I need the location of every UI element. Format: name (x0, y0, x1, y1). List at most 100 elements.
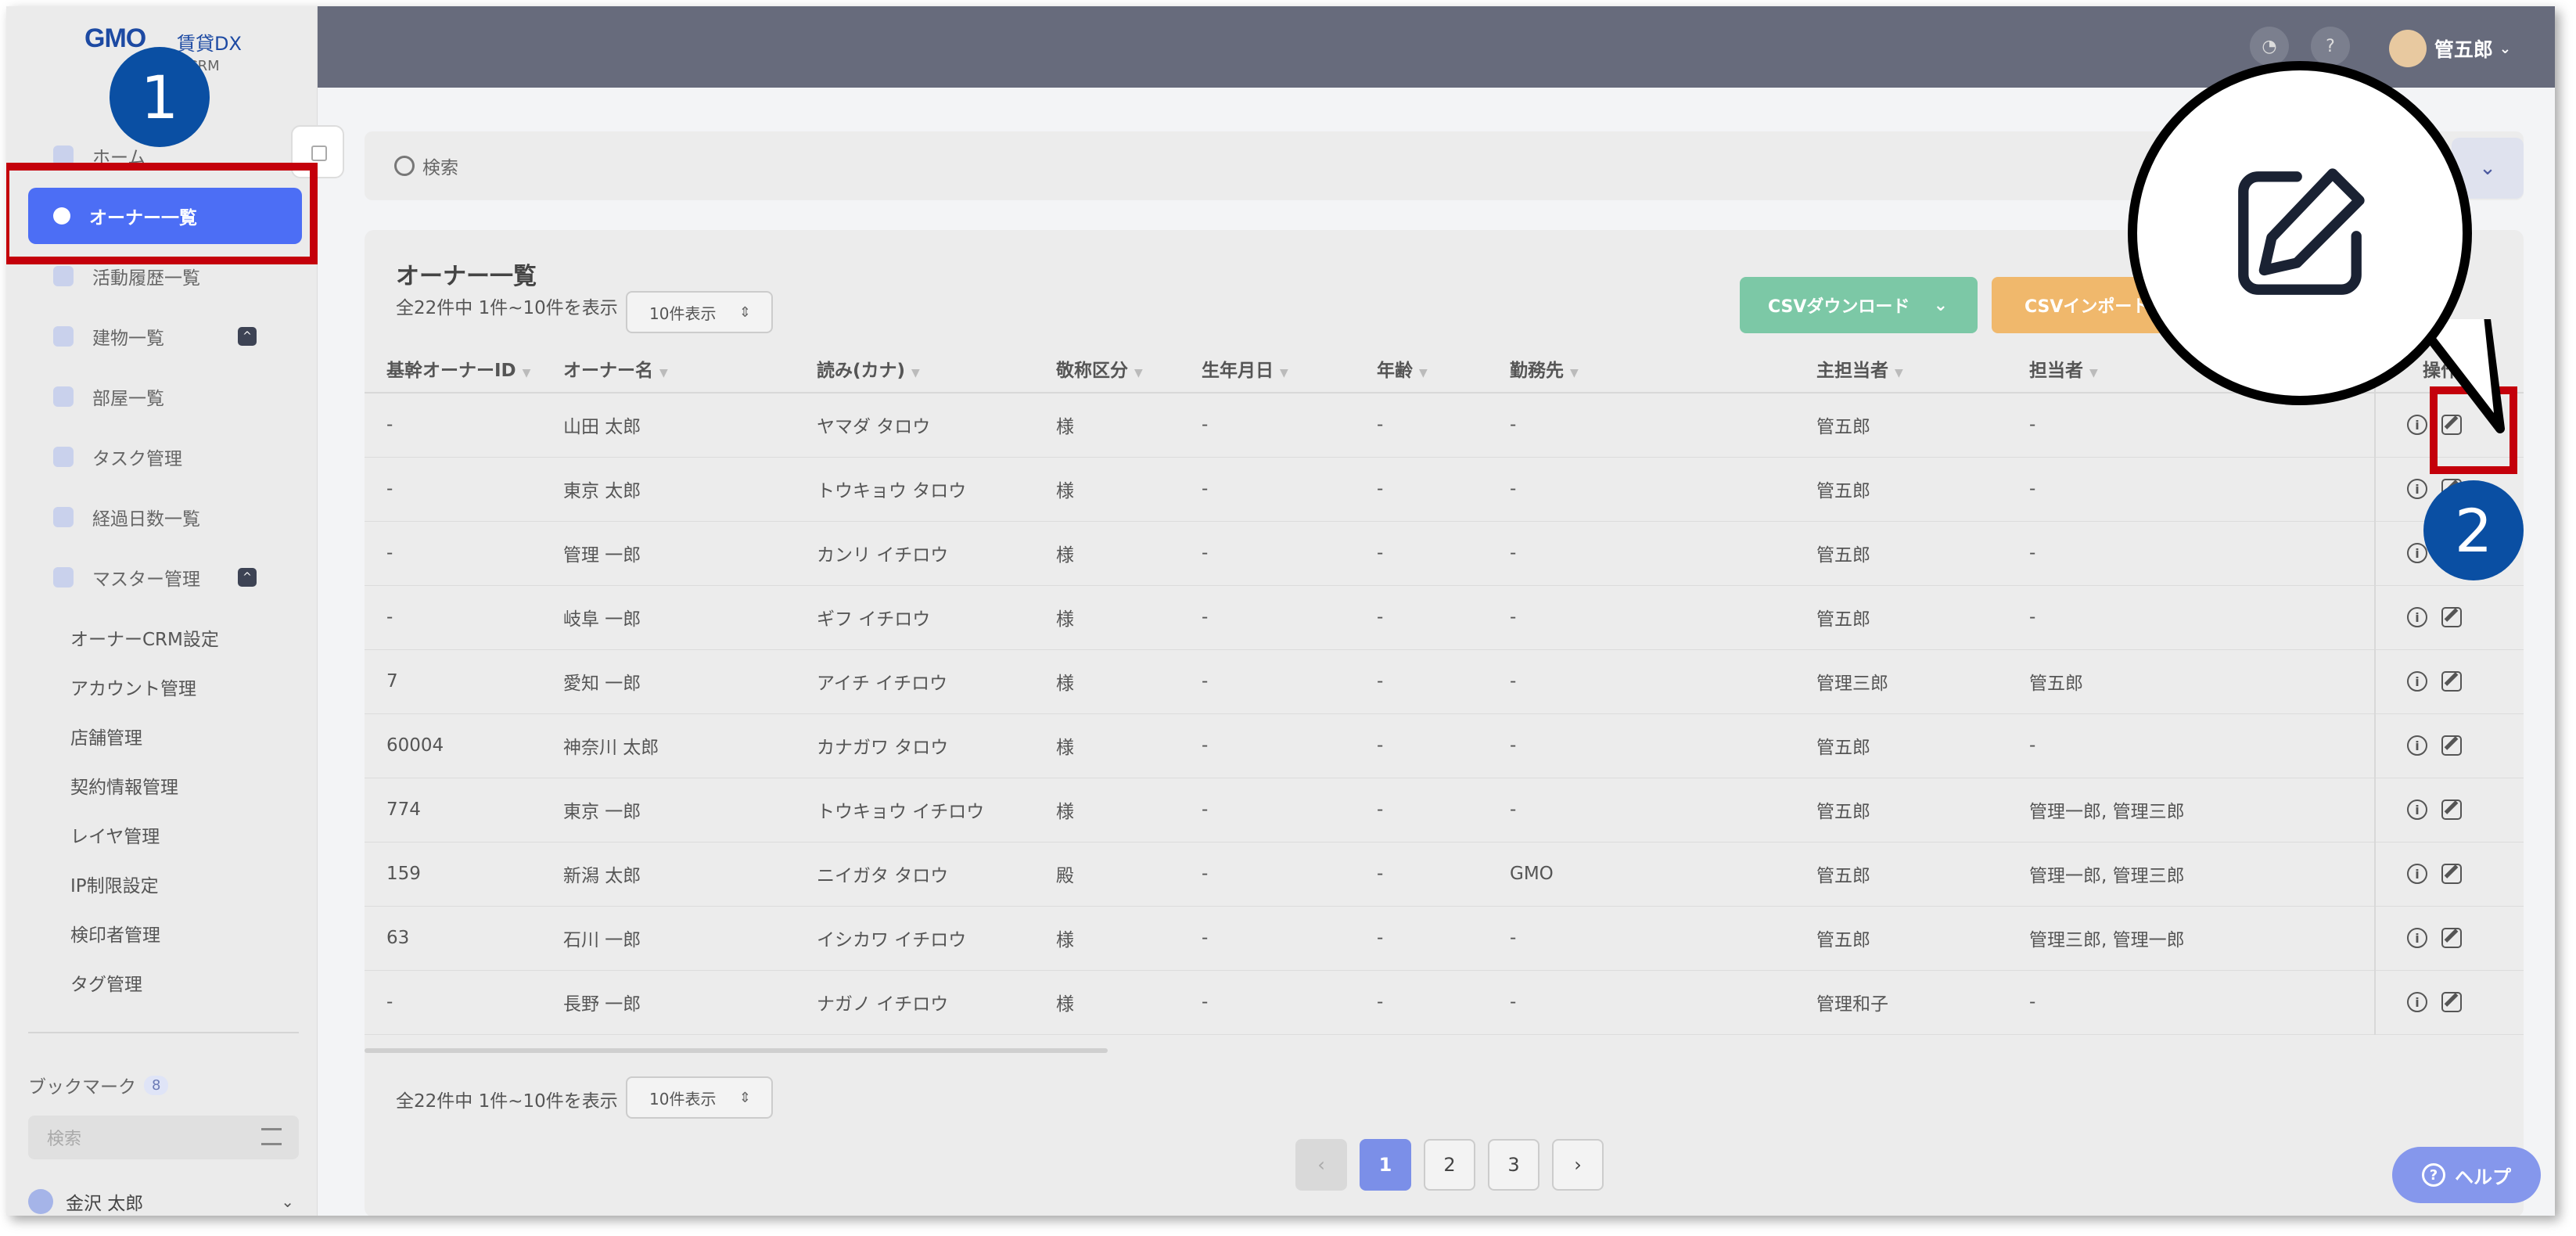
sidebar-subitem[interactable]: アカウント管理 (70, 674, 196, 700)
table-cell: 63 (365, 906, 563, 971)
column-header[interactable]: 生年月日 ▼ (1202, 344, 1377, 393)
info-icon[interactable]: i (2407, 799, 2427, 820)
table-cell: - (1202, 842, 1377, 907)
sidebar-item-label: マスター管理 (92, 569, 200, 590)
table-cell: ナガノ イチロウ (817, 970, 1056, 1035)
highlight-box-owner-list (6, 163, 318, 264)
sidebar-item-label: 経過日数一覧 (92, 509, 200, 530)
edit-icon[interactable] (2441, 735, 2462, 756)
sidebar-item-rooms[interactable]: 部屋一覧 (28, 368, 302, 425)
info-icon[interactable]: i (2407, 864, 2427, 884)
csv-download-button[interactable]: CSVダウンロード ⌄ (1740, 277, 1978, 333)
sidebar-item-tasks[interactable]: タスク管理 (28, 429, 302, 485)
edit-icon[interactable] (2441, 799, 2462, 820)
help-circle-icon[interactable]: ? (2311, 27, 2350, 66)
info-icon[interactable]: i (2407, 928, 2427, 948)
door-icon (53, 386, 74, 407)
chevron-down-icon: ⌄ (2479, 156, 2496, 180)
table-cell: 様 (1056, 778, 1202, 843)
prev-page-button[interactable]: ‹ (1295, 1139, 1347, 1191)
table-cell: 東京 太郎 (563, 457, 817, 522)
table-row[interactable]: 60004 神奈川 太郎 カナガワ タロウ様 - - - 管五郎 - i (365, 713, 2524, 778)
sidebar-item-buildings[interactable]: 建物一覧 ^ (28, 308, 302, 365)
edit-icon[interactable] (2441, 864, 2462, 884)
table-cell: - (1377, 970, 1510, 1035)
help-button[interactable]: ? ヘルプ (2392, 1147, 2541, 1203)
bookmark-search-input[interactable]: 検索 (28, 1116, 299, 1159)
info-icon[interactable]: i (2407, 735, 2427, 756)
sidebar-subitem[interactable]: 店舗管理 (70, 723, 142, 749)
column-header[interactable]: 基幹オーナーID ▼ (365, 344, 563, 393)
top-user-menu[interactable]: 管五郎 ⌄ (2388, 30, 2511, 67)
edit-icon[interactable] (2441, 671, 2462, 692)
info-icon[interactable]: i (2407, 607, 2427, 627)
table-cell: - (365, 521, 563, 586)
edit-icon[interactable] (2441, 928, 2462, 948)
sidebar-subitem[interactable]: オーナーCRM設定 (70, 624, 219, 651)
table-row[interactable]: 63 石川 一郎 イシカワ イチロウ様 - - - 管五郎 管理三郎, 管理一郎 i (365, 906, 2524, 971)
table-row[interactable]: - 管理 一郎 カンリ イチロウ様 - - - 管五郎 - i (365, 521, 2524, 586)
table-row[interactable]: - 山田 太郎 ヤマダ タロウ様 - - - 管五郎 - i (365, 393, 2524, 458)
owner-table: 基幹オーナーID ▼ オーナー名 ▼ 読み(カナ) ▼ 敬称区分 ▼ 生年月日 ▼ 年齢 ▼… (365, 344, 2524, 1035)
filter-icon[interactable] (261, 1128, 282, 1145)
sidebar-subitem[interactable]: タグ管理 (70, 969, 142, 996)
check-shield-icon (53, 507, 74, 527)
bookmark-search-placeholder: 検索 (47, 1130, 82, 1149)
owner-list-card: オーナー一覧 全22件中 1件~10件を表示 10件表示 ⇕ CSVダウンロード… (365, 230, 2524, 1216)
chevron-down-icon: ⌄ (1933, 295, 1948, 315)
sidebar-item-master[interactable]: マスター管理 ^ (28, 549, 302, 605)
info-icon[interactable]: i (2407, 479, 2427, 499)
edit-icon[interactable] (2441, 992, 2462, 1012)
sidebar-subitem[interactable]: 検印者管理 (70, 920, 160, 947)
table-cell: 管五郎 (1816, 585, 2029, 650)
table-cell: 管五郎 (1816, 457, 2029, 522)
perpage-select[interactable]: 10件表示 ⇕ (626, 291, 773, 333)
sidebar-subitem[interactable]: IP制限設定 (70, 871, 159, 897)
table-cell: - (1202, 393, 1377, 458)
table-cell: 岐阜 一郎 (563, 585, 817, 650)
chevron-up-icon[interactable]: ^ (238, 568, 257, 587)
sidebar-user[interactable]: 金沢 太郎 ⌄ (28, 1186, 299, 1216)
table-cell: - (365, 970, 563, 1035)
avatar (28, 1189, 53, 1214)
column-header[interactable]: オーナー名 ▼ (563, 344, 817, 393)
footer-perpage-select[interactable]: 10件表示 ⇕ (626, 1076, 773, 1119)
table-row[interactable]: 774 東京 一郎 トウキョウ イチロウ様 - - - 管五郎 管理一郎, 管理三郎 i (365, 778, 2524, 843)
table-cell: 長野 一郎 (563, 970, 817, 1035)
table-cell: - (1202, 778, 1377, 843)
info-icon[interactable]: i (2407, 671, 2427, 692)
table-cell: - (1510, 521, 1816, 586)
sidebar-subitem[interactable]: 契約情報管理 (70, 772, 178, 799)
bookmark-header[interactable]: ブックマーク 8 (28, 1072, 169, 1098)
table-cell: 様 (1056, 457, 1202, 522)
column-header[interactable]: 主担当者 ▼ (1816, 344, 2029, 393)
table-cell: - (1377, 649, 1510, 714)
info-icon[interactable]: i (2407, 543, 2427, 563)
table-cell: 様 (1056, 906, 1202, 971)
horizontal-scrollbar[interactable] (365, 1048, 1108, 1053)
info-icon[interactable]: i (2407, 992, 2427, 1012)
edit-icon[interactable] (2441, 607, 2462, 627)
table-row[interactable]: 7 愛知 一郎 アイチ イチロウ様 - - - 管理三郎 管五郎 i (365, 649, 2524, 714)
bell-icon[interactable]: ◔ (2250, 27, 2289, 66)
table-cell: カンリ イチロウ (817, 521, 1056, 586)
table-row[interactable]: 159 新潟 太郎 ニイガタ タロウ殿 - - GMO 管五郎 管理一郎, 管理三郎 i (365, 842, 2524, 907)
table-cell: 東京 一郎 (563, 778, 817, 843)
page-button-3[interactable]: 3 (1488, 1139, 1539, 1191)
next-page-button[interactable]: › (1552, 1139, 1604, 1191)
table-cell: トウキョウ タロウ (817, 457, 1056, 522)
table-row[interactable]: - 岐阜 一郎 ギフ イチロウ様 - - - 管五郎 - i (365, 585, 2524, 650)
page-button-2[interactable]: 2 (1424, 1139, 1475, 1191)
column-header[interactable]: 勤務先 ▼ (1510, 344, 1816, 393)
sidebar-item-elapsed-days[interactable]: 経過日数一覧 (28, 489, 302, 545)
column-header[interactable]: 読み(カナ) ▼ (817, 344, 1056, 393)
sidebar-subitem[interactable]: レイヤ管理 (70, 821, 160, 848)
page-button-1[interactable]: 1 (1360, 1139, 1411, 1191)
table-row[interactable]: - 長野 一郎 ナガノ イチロウ様 - - - 管理和子 - i (365, 970, 2524, 1035)
table-cell: 管五郎 (1816, 713, 2029, 778)
table-row[interactable]: - 東京 太郎 トウキョウ タロウ様 - - - 管五郎 - i (365, 457, 2524, 522)
column-header[interactable]: 敬称区分 ▼ (1056, 344, 1202, 393)
chevron-up-icon[interactable]: ^ (238, 327, 257, 346)
column-header[interactable]: 年齢 ▼ (1377, 344, 1510, 393)
table-cell: - (2029, 713, 2375, 778)
